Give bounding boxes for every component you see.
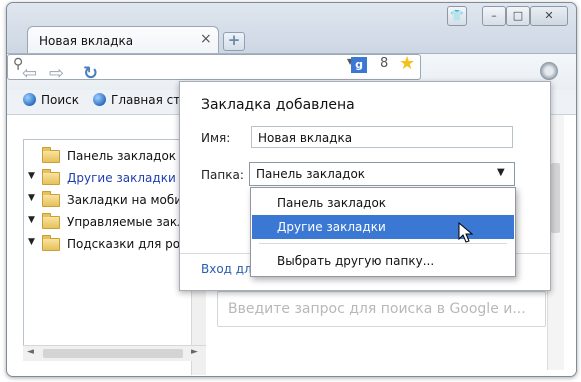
folder-icon <box>42 169 60 185</box>
settings-icon[interactable] <box>540 62 558 80</box>
dropdown-option[interactable]: Выбрать другую папку... <box>252 249 514 273</box>
scroll-left-icon[interactable]: ◄ <box>27 347 34 357</box>
google-search-icon[interactable]: g <box>351 57 367 73</box>
tree-item[interactable]: ▼ Закладки на мобиль <box>24 189 197 211</box>
search-placeholder: Введите запрос для поиска в Google и... <box>228 301 526 317</box>
tree-horizontal-scrollbar[interactable]: ◄ ► <box>23 345 206 361</box>
tree-item[interactable]: ▼ Подсказки для родит <box>24 233 203 255</box>
folder-icon <box>42 213 60 229</box>
folder-icon <box>42 147 60 163</box>
new-tab-button[interactable]: + <box>223 32 245 51</box>
bubble-title: Закладка добавлена <box>201 97 355 113</box>
star-icon[interactable]: ★ <box>399 53 415 74</box>
scroll-thumb[interactable] <box>43 349 183 358</box>
dropdown-option[interactable]: Панель закладок <box>252 191 514 215</box>
globe-icon <box>23 93 36 106</box>
expand-arrow-icon[interactable]: ▼ <box>28 215 35 225</box>
maximize-button[interactable]: □ <box>506 6 530 26</box>
forward-icon[interactable]: ⇨ <box>49 63 64 84</box>
google-search-input[interactable]: Введите запрос для поиска в Google и... <box>217 291 546 327</box>
address-bar[interactable]: ⚲ ▼ g 8 ★ <box>7 53 421 80</box>
reload-icon[interactable]: ↻ <box>83 63 98 84</box>
title-bar: 👕 – □ ✕ Новая вкладка × + <box>7 3 576 54</box>
tree-item[interactable]: Панель закладок <box>24 145 191 167</box>
tab-close-icon[interactable]: × <box>200 31 212 47</box>
tree-item[interactable]: ▼ Другие закладки <box>24 167 191 189</box>
tab-title: Новая вкладка <box>39 34 134 48</box>
minimize-button[interactable]: – <box>482 6 506 26</box>
translate-icon[interactable]: 8 <box>380 56 388 71</box>
expand-arrow-icon[interactable]: ▼ <box>28 171 35 181</box>
name-label: Имя: <box>201 131 231 145</box>
tree-item[interactable]: ▼ Управляемые заклад <box>24 211 201 233</box>
folder-dropdown-list: Панель закладок Другие закладки Выбрать … <box>250 187 516 277</box>
bookmark-name-input[interactable]: Новая вкладка <box>251 126 513 148</box>
mouse-cursor-icon <box>458 222 474 243</box>
dropdown-option-selected[interactable]: Другие закладки <box>252 215 514 239</box>
tab-new-tab[interactable]: Новая вкладка × <box>27 26 219 54</box>
folder-select[interactable]: Панель закладок ▼ <box>249 162 515 186</box>
globe-icon <box>93 93 106 106</box>
close-window-button[interactable]: ✕ <box>530 6 568 26</box>
folder-icon <box>42 191 60 207</box>
folder-select-value: Панель закладок <box>256 167 366 181</box>
search-icon: ⚲ <box>13 56 24 72</box>
folder-icon <box>42 235 60 251</box>
expand-arrow-icon[interactable]: ▼ <box>28 193 35 203</box>
chevron-down-icon: ▼ <box>497 167 505 178</box>
folder-label: Папка: <box>201 168 244 182</box>
scroll-thumb[interactable] <box>551 163 560 233</box>
expand-arrow-icon[interactable]: ▼ <box>28 237 35 247</box>
bookmark-item-search[interactable]: Поиск <box>23 93 79 107</box>
profile-icon[interactable]: 👕 <box>447 6 467 26</box>
bookmark-folder-tree: Панель закладок ▼ Другие закладки ▼ Закл… <box>23 139 206 375</box>
back-icon[interactable]: ⇦ <box>22 63 37 84</box>
scroll-right-icon[interactable]: ► <box>191 347 198 357</box>
